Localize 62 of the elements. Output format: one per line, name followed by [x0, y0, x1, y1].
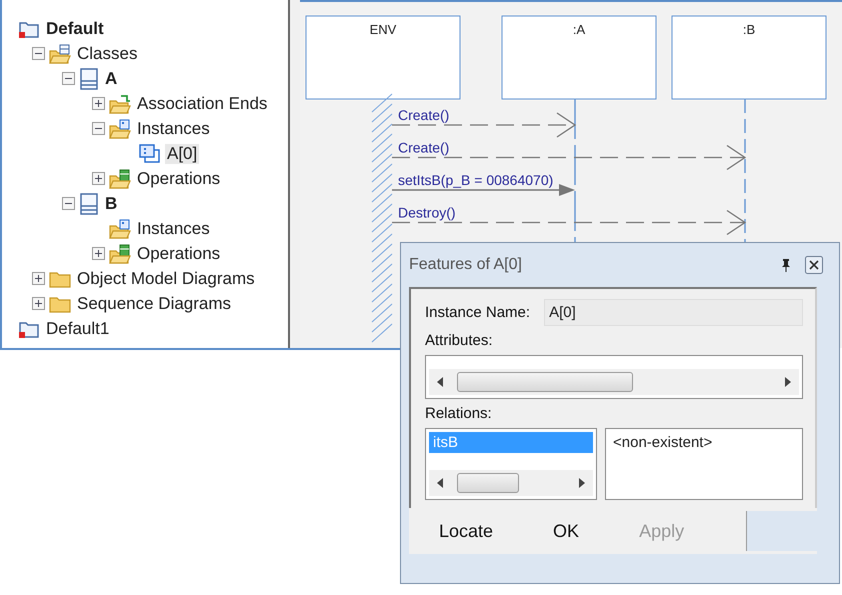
- attributes-label: Attributes:: [425, 332, 494, 349]
- instance-name-field[interactable]: A[0]: [544, 299, 803, 326]
- expander-toggle[interactable]: [32, 272, 45, 285]
- class-icon: [79, 192, 99, 214]
- tree-item[interactable]: A[0]: [165, 144, 200, 164]
- message-label[interactable]: Create(): [398, 140, 450, 156]
- left-arrow-icon: [437, 377, 443, 387]
- expander-toggle[interactable]: [32, 297, 45, 310]
- tree-item[interactable]: Object Model Diagrams: [75, 268, 257, 288]
- expander-toggle[interactable]: [92, 247, 105, 260]
- right-arrow-icon: [579, 478, 585, 488]
- expander-toggle[interactable]: [32, 47, 45, 60]
- close-icon[interactable]: [805, 256, 823, 274]
- attributes-list[interactable]: [425, 355, 803, 399]
- expander-toggle[interactable]: [92, 172, 105, 185]
- tree-item[interactable]: Instances: [135, 218, 212, 238]
- folder-icon: [109, 218, 131, 238]
- message-label[interactable]: setItsB(p_B = 00864070): [398, 172, 554, 188]
- lifeline-box[interactable]: [672, 16, 826, 100]
- folder-icon: [109, 118, 131, 138]
- pin-icon[interactable]: [781, 258, 791, 272]
- expander-toggle[interactable]: [62, 72, 75, 85]
- lifeline-box[interactable]: [502, 16, 656, 100]
- relation-targets-list[interactable]: <non-existent>: [605, 428, 803, 500]
- tree-item[interactable]: Sequence Diagrams: [75, 294, 234, 314]
- lifeline-name: ENV: [370, 22, 396, 37]
- lifeline-name: :B: [742, 22, 756, 37]
- folder-icon: [109, 244, 131, 264]
- class-icon: [79, 68, 99, 90]
- instances-icon: [139, 144, 161, 164]
- expander-toggle[interactable]: [62, 197, 75, 210]
- splitter[interactable]: [288, 0, 301, 348]
- message-label[interactable]: Create(): [398, 107, 450, 123]
- message-label[interactable]: Destroy(): [398, 204, 456, 220]
- instance-name-label: Instance Name:: [425, 304, 530, 321]
- folder-icon: [49, 44, 71, 64]
- left-arrow-icon: [437, 478, 443, 488]
- lifeline-box[interactable]: [306, 16, 460, 100]
- horizontal-scrollbar[interactable]: [429, 470, 593, 496]
- folder-icon: [49, 270, 71, 288]
- tree-item[interactable]: Association Ends: [135, 94, 270, 114]
- horizontal-scrollbar[interactable]: [429, 369, 799, 395]
- tree-item[interactable]: Operations: [135, 244, 222, 264]
- folder-icon: [49, 294, 71, 312]
- tree-item[interactable]: B: [103, 194, 120, 214]
- relations-label: Relations:: [425, 405, 493, 422]
- right-arrow-icon: [785, 377, 791, 387]
- dialog-button[interactable]: OK: [523, 514, 610, 548]
- tree-item[interactable]: Instances: [135, 118, 212, 138]
- relation-target-item[interactable]: <non-existent>: [609, 432, 799, 453]
- tree-item[interactable]: Operations: [135, 168, 222, 188]
- folder-icon: [109, 94, 131, 114]
- folder-icon: [109, 168, 131, 188]
- tree-item[interactable]: Classes: [75, 44, 140, 64]
- lifeline-name: :A: [572, 22, 586, 37]
- expander-toggle[interactable]: [92, 122, 105, 135]
- dialog-button[interactable]: Locate: [409, 514, 524, 548]
- tree-item[interactable]: Default1: [44, 318, 112, 338]
- tree-item[interactable]: Default: [44, 18, 106, 38]
- expander-toggle[interactable]: [92, 97, 105, 110]
- tree-item[interactable]: A: [103, 68, 120, 88]
- dialog-title: Features of A[0]: [409, 256, 523, 274]
